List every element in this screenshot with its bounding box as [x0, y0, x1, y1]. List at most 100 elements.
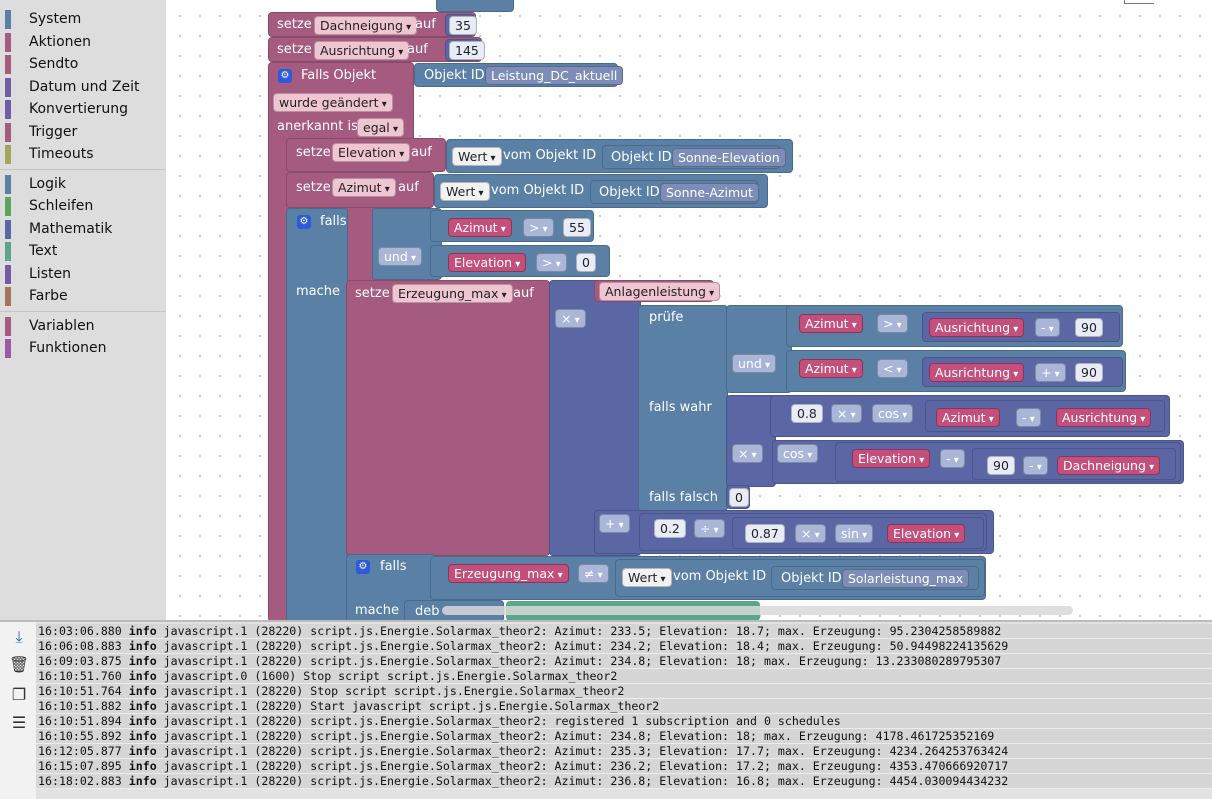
- plus-dropdown[interactable]: +: [599, 514, 630, 533]
- azimut-var-ref[interactable]: Azimut: [799, 359, 863, 378]
- multiply-dropdown[interactable]: ×: [732, 444, 763, 463]
- cos-dropdown[interactable]: cos: [777, 444, 819, 463]
- operator-dropdown[interactable]: >: [523, 218, 554, 237]
- set-dachneigung-block[interactable]: setze Dachneigung auf 35: [268, 12, 477, 37]
- set-azimut-block[interactable]: setze Azimut auf: [286, 172, 434, 208]
- dachneigung-var-ref[interactable]: Dachneigung: [1057, 456, 1161, 475]
- operator-dropdown[interactable]: ≠: [578, 564, 609, 583]
- toolbox-category-timeouts[interactable]: Timeouts: [0, 143, 166, 166]
- multiply-dropdown[interactable]: ×: [831, 404, 862, 423]
- object-id-field[interactable]: Leistung_DC_aktuell: [485, 66, 624, 85]
- get-value-block[interactable]: Wert vom Objekt ID Objekt ID Solarleistu…: [615, 559, 985, 597]
- value-90[interactable]: 90: [1075, 363, 1103, 382]
- value-0[interactable]: 0: [576, 253, 596, 272]
- sin-dropdown[interactable]: sin: [835, 524, 874, 543]
- toolbox-category-system[interactable]: System: [0, 8, 166, 31]
- wert-dropdown[interactable]: Wert: [622, 568, 672, 587]
- operator-dropdown[interactable]: <: [877, 359, 908, 378]
- compare-block[interactable]: Erzeugung_max ≠ Wert vom Objekt ID Objek…: [430, 556, 986, 600]
- multiply-dropdown[interactable]: ×: [555, 309, 586, 328]
- value-0-87[interactable]: 0.87: [745, 524, 785, 543]
- arith-block[interactable]: Ausrichtung - 90: [922, 312, 1120, 342]
- azimut-var-ref[interactable]: Azimut: [448, 218, 512, 237]
- compare-block[interactable]: Azimut > Ausrichtung - 90: [786, 305, 1123, 347]
- dachneigung-var-dropdown[interactable]: Dachneigung: [314, 16, 418, 35]
- ternary-block[interactable]: prüfe falls wahr falls falsch: [638, 305, 728, 511]
- toolbox-category-mathematik[interactable]: Mathematik: [0, 218, 166, 241]
- scroll-down-icon[interactable]: ⤓: [8, 626, 30, 648]
- toolbox-category-listen[interactable]: Listen: [0, 263, 166, 286]
- object-id-block[interactable]: Objekt ID Solarleistung_max: [771, 566, 979, 590]
- multiply-block[interactable]: 0.87 × sin Elevation: [732, 517, 984, 549]
- operator-dropdown[interactable]: -: [1023, 456, 1048, 475]
- wert-dropdown[interactable]: Wert: [440, 182, 490, 201]
- toolbox-category-konvertierung[interactable]: Konvertierung: [0, 98, 166, 121]
- value-0-2[interactable]: 0.2: [654, 519, 686, 538]
- list-icon[interactable]: ☰: [8, 712, 30, 734]
- azimut-var-dropdown[interactable]: Azimut: [332, 178, 396, 197]
- toolbox-category-funktionen[interactable]: Funktionen: [0, 337, 166, 360]
- ack-dropdown[interactable]: egal: [357, 118, 404, 137]
- operator-dropdown[interactable]: -: [940, 449, 965, 468]
- arith-block[interactable]: Elevation - 90 - Dachneigung: [835, 442, 1181, 482]
- set-erzeugung-block[interactable]: setze Erzeugung_max auf: [346, 280, 550, 556]
- workspace[interactable]: setze Dachneigung auf 35 setze Ausrichtu…: [166, 0, 1212, 620]
- gear-icon[interactable]: ⚙: [278, 69, 292, 83]
- elevation-var-ref[interactable]: Elevation: [887, 524, 966, 543]
- toolbox-category-schleifen[interactable]: Schleifen: [0, 195, 166, 218]
- value-90[interactable]: 90: [987, 456, 1015, 475]
- operator-dropdown[interactable]: >: [536, 253, 567, 272]
- toolbox-category-sendto[interactable]: Sendto: [0, 53, 166, 76]
- ausrichtung-var-ref[interactable]: Ausrichtung: [929, 363, 1025, 382]
- compare-block[interactable]: Azimut < Ausrichtung + 90: [786, 350, 1126, 392]
- object-id-field[interactable]: Sonne-Elevation: [672, 148, 786, 167]
- set-ausrichtung-block[interactable]: setze Ausrichtung auf 145: [268, 37, 485, 62]
- cos-dropdown[interactable]: cos: [872, 404, 914, 423]
- dachneigung-value[interactable]: 35: [449, 16, 477, 35]
- multiply-dropdown[interactable]: ×: [795, 524, 826, 543]
- object-id-block[interactable]: Objekt ID Leistung_DC_aktuell: [414, 63, 624, 87]
- horizontal-scrollbar[interactable]: [442, 606, 1073, 615]
- erzeugung-var-dropdown[interactable]: Erzeugung_max: [392, 284, 513, 303]
- und-dropdown[interactable]: und: [378, 247, 422, 266]
- number-block[interactable]: 0: [726, 485, 750, 509]
- ausrichtung-var-ref[interactable]: Ausrichtung: [929, 318, 1025, 337]
- toolbox-category-farbe[interactable]: Farbe: [0, 285, 166, 308]
- und-dropdown[interactable]: und: [732, 354, 776, 373]
- operator-dropdown[interactable]: +: [1035, 363, 1066, 382]
- arith-block[interactable]: 90 - Dachneigung: [972, 448, 1176, 480]
- value-90[interactable]: 90: [1075, 318, 1103, 337]
- toolbox-category-datum-und-zeit[interactable]: Datum und Zeit: [0, 76, 166, 99]
- if-block[interactable]: ⚙ falls mache: [286, 208, 348, 620]
- object-id-block[interactable]: Objekt ID Sonne-Azimut: [590, 180, 759, 204]
- toolbox-category-aktionen[interactable]: Aktionen: [0, 31, 166, 54]
- set-elevation-block[interactable]: setze Elevation auf: [286, 138, 446, 172]
- get-value-block[interactable]: Wert vom Objekt ID Objekt ID Sonne-Azimu…: [434, 174, 768, 208]
- azimut-var-ref[interactable]: Azimut: [799, 314, 863, 333]
- toolbox-category-logik[interactable]: Logik: [0, 173, 166, 196]
- arith-block[interactable]: Ausrichtung + 90: [922, 357, 1123, 387]
- operator-dropdown[interactable]: >: [877, 314, 908, 333]
- compare-block[interactable]: Azimut > 55: [430, 210, 594, 242]
- toolbox-category-trigger[interactable]: Trigger: [0, 121, 166, 144]
- plus-block[interactable]: + 0.2 ÷ 0.87 × sin Elevation: [594, 510, 994, 554]
- anlagenleistung-var-ref[interactable]: Anlagenleistung: [594, 280, 721, 302]
- divide-block[interactable]: 0.2 ÷ 0.87 × sin Elevation: [639, 513, 987, 551]
- multiply-block[interactable]: ×: [726, 395, 776, 487]
- compare-block[interactable]: Elevation > 0: [430, 245, 610, 277]
- value-0[interactable]: 0: [729, 488, 749, 507]
- azimut-var-ref[interactable]: Azimut: [936, 408, 1000, 427]
- copy-icon[interactable]: ❐: [8, 684, 30, 706]
- trash-corner[interactable]: [1124, 0, 1154, 4]
- gear-icon[interactable]: ⚙: [356, 560, 370, 574]
- and-block[interactable]: und: [726, 305, 792, 393]
- divide-dropdown[interactable]: ÷: [694, 519, 725, 538]
- multiply-block[interactable]: 0.8 × cos Azimut - Ausrichtung: [770, 395, 1170, 437]
- erzeugung-var-ref[interactable]: Erzeugung_max: [448, 564, 569, 583]
- ausrichtung-var-ref[interactable]: Ausrichtung: [1056, 408, 1152, 427]
- toolbox-category-text[interactable]: Text: [0, 240, 166, 263]
- toolbox-category-variablen[interactable]: Variablen: [0, 315, 166, 338]
- anlagenleistung-field[interactable]: Anlagenleistung: [599, 282, 721, 301]
- elevation-var-ref[interactable]: Elevation: [852, 449, 931, 468]
- get-value-block[interactable]: Wert vom Objekt ID Objekt ID Sonne-Eleva…: [446, 139, 793, 173]
